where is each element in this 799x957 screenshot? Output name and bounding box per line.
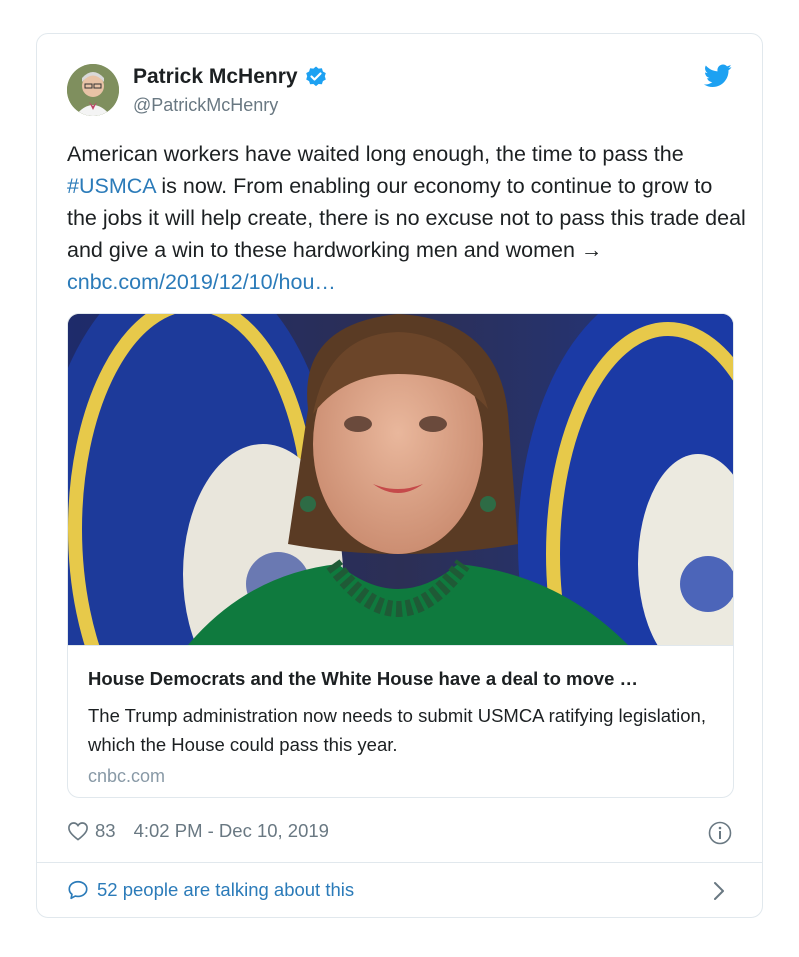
info-icon[interactable]	[708, 821, 732, 845]
tweet-text-part2: is now. From enabling our economy to con…	[67, 174, 746, 262]
link-card-description: The Trump administration now needs to su…	[88, 705, 706, 755]
hashtag-link[interactable]: #USMCA	[67, 174, 155, 198]
author-handle[interactable]: @PatrickMcHenry	[133, 95, 278, 116]
verified-badge-icon	[305, 66, 326, 87]
link-card-domain: cnbc.com	[88, 766, 166, 786]
like-count[interactable]: 83	[95, 820, 116, 842]
conversation-link[interactable]: 52 people are talking about this	[67, 879, 354, 901]
link-card-body[interactable]: House Democrats and the White House have…	[68, 645, 733, 787]
author-name-row[interactable]: Patrick McHenry	[133, 65, 328, 89]
tweet-text: American workers have waited long enough…	[67, 138, 747, 298]
article-image[interactable]	[68, 314, 733, 645]
link-card-title[interactable]: House Democrats and the White House have…	[88, 668, 715, 690]
avatar[interactable]	[67, 64, 119, 116]
chevron-right-icon[interactable]	[712, 880, 726, 902]
footer-divider	[37, 862, 762, 863]
tweet-card: Patrick McHenry @PatrickMcHenry American…	[36, 33, 763, 918]
twitter-bird-icon[interactable]	[704, 64, 732, 88]
speech-bubble-icon	[68, 880, 88, 900]
timestamp[interactable]: 4:02 PM - Dec 10, 2019	[134, 820, 329, 842]
tweet-text-part1: American workers have waited long enough…	[67, 142, 684, 166]
author-name[interactable]: Patrick McHenry	[133, 65, 298, 89]
link-preview-card[interactable]: House Democrats and the White House have…	[67, 313, 734, 798]
tweet-meta: 83 4:02 PM - Dec 10, 2019	[67, 820, 329, 842]
article-link[interactable]: cnbc.com/2019/12/10/hou…	[67, 270, 336, 294]
heart-icon[interactable]	[67, 821, 89, 841]
talking-count-text[interactable]: 52 people are talking about this	[97, 879, 354, 901]
